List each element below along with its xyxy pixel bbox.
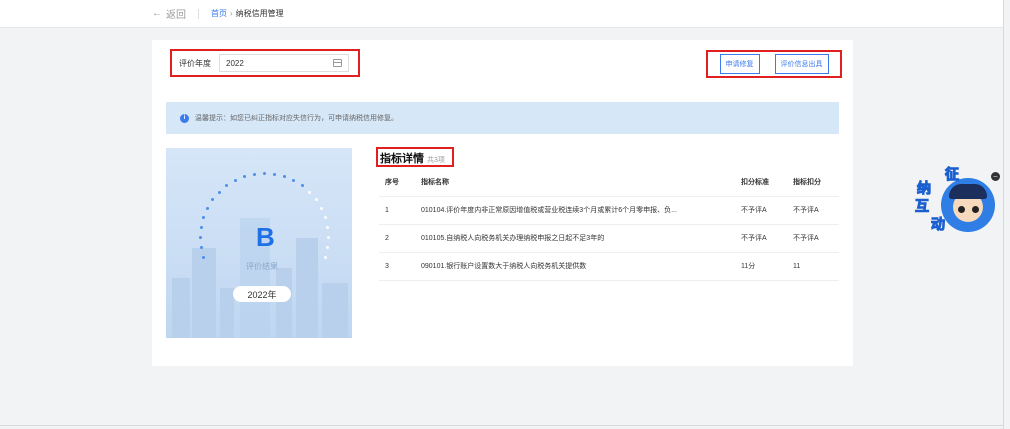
gauge-dot	[263, 172, 266, 175]
row-deduction: 不予评A	[787, 223, 839, 252]
column-header: 指标名称	[421, 178, 449, 186]
gauge-dot	[225, 184, 229, 188]
main-card: 评价年度 2022 申请修复 评价信息出具 i 温馨提示：如您已纠正指标对应失信…	[152, 40, 853, 366]
close-icon[interactable]: –	[991, 172, 1000, 181]
skyline-decoration	[322, 283, 348, 338]
result-label: 评价结果	[246, 262, 278, 271]
row-deduction: 11	[787, 251, 839, 281]
widget-char: 动	[931, 216, 946, 233]
calendar-icon[interactable]	[333, 59, 342, 67]
skyline-decoration	[192, 248, 216, 338]
table-row: 2 010105.自纳税人向税务机关办理纳税申报之日起不足3年的 不予评A 不予…	[379, 223, 839, 252]
row-indicator-name: 090101.银行账户设置数大于纳税人向税务机关提供数	[415, 251, 735, 281]
chevron-right-icon: ›	[230, 9, 233, 18]
evaluation-result-panel: B 评价结果 2022年	[166, 148, 352, 338]
row-deduction: 不予评A	[787, 195, 839, 224]
gauge-dot	[292, 178, 296, 182]
table-header: 序号 指标名称 扣分标准 指标扣分	[379, 168, 839, 196]
section-title: 指标详情	[380, 153, 424, 165]
row-standard: 11分	[735, 251, 787, 281]
notice-banner: i 温馨提示：如您已纠正指标对应失信行为，可申请纳税信用修复。	[166, 102, 839, 134]
year-picker[interactable]: 2022	[219, 54, 349, 72]
row-no: 1	[379, 195, 415, 224]
table-row: 3 090101.银行账户设置数大于纳税人向税务机关提供数 11分 11	[379, 251, 839, 281]
gauge-dot	[282, 175, 286, 179]
skyline-decoration	[220, 288, 234, 338]
row-no: 3	[379, 251, 415, 281]
mascot-hat	[949, 184, 987, 199]
gauge-dot	[300, 184, 304, 188]
mascot-eye	[972, 206, 979, 213]
back-button[interactable]: ← 返回	[152, 6, 186, 21]
gauge-dot	[211, 198, 215, 202]
gauge-dot	[217, 190, 221, 194]
gauge-dot	[202, 216, 206, 220]
widget-char: 纳	[917, 180, 932, 197]
skyline-decoration	[296, 238, 318, 338]
scrollbar-edge	[1003, 0, 1004, 429]
skyline-decoration	[172, 278, 190, 338]
gauge-dot	[323, 255, 327, 259]
gauge-dot	[205, 206, 209, 210]
info-icon: i	[180, 113, 189, 123]
indicator-table: 序号 指标名称 扣分标准 指标扣分 1 010104.评价年度内非正常原因增值税…	[379, 168, 839, 281]
year-filter: 评价年度 2022	[170, 49, 360, 77]
gauge-dot	[326, 225, 330, 229]
back-label: 返回	[166, 10, 186, 21]
gauge-dot	[252, 172, 256, 176]
gauge-dot	[202, 255, 206, 259]
breadcrumb-current: 纳税信用管理	[235, 9, 284, 18]
widget-char: 征	[945, 166, 960, 183]
notice-text: 温馨提示：如您已纠正指标对应失信行为，可申请纳税信用修复。	[195, 115, 398, 122]
mascot-avatar	[941, 178, 995, 232]
breadcrumb-home[interactable]: 首页	[211, 8, 227, 19]
column-header: 序号	[385, 178, 399, 186]
gauge-dot	[199, 236, 202, 239]
apply-repair-button[interactable]: 申请修复	[719, 54, 760, 74]
gauge-dot	[243, 175, 247, 179]
top-bar: ← 返回 首页 › 纳税信用管理	[0, 0, 1003, 28]
widget-char: 互	[915, 198, 930, 215]
year-label: 评价年度	[179, 58, 211, 68]
gauge-dot	[273, 172, 276, 176]
gauge-dot	[314, 198, 318, 202]
mascot-eye	[958, 206, 965, 213]
row-standard: 不予评A	[735, 223, 787, 252]
gauge-dot	[308, 190, 312, 194]
result-year: 2022年	[233, 286, 291, 302]
indicator-details-heading: 指标详情 共3项	[376, 147, 454, 167]
gauge-dot	[327, 236, 330, 239]
table-row: 1 010104.评价年度内非正常原因增值税或营业税连续3个月或累计6个月零申报…	[379, 195, 839, 224]
gauge-dot	[199, 246, 203, 249]
gauge-dot	[326, 246, 330, 249]
arrow-left-icon: ←	[152, 8, 162, 19]
bottom-divider	[0, 425, 1003, 426]
row-no: 2	[379, 223, 415, 252]
divider	[198, 8, 199, 19]
item-count: 共3项	[427, 157, 445, 164]
credit-grade: B	[256, 222, 275, 252]
gauge-dot	[323, 216, 327, 220]
issue-evaluation-button[interactable]: 评价信息出具	[774, 54, 829, 74]
gauge-dot	[320, 206, 324, 210]
row-indicator-name: 010104.评价年度内非正常原因增值税或营业税连续3个月或累计6个月零申报、负…	[415, 195, 735, 224]
year-value: 2022	[226, 58, 244, 68]
action-buttons: 申请修复 评价信息出具	[706, 50, 842, 78]
gauge-dot	[233, 178, 237, 182]
row-standard: 不予评A	[735, 195, 787, 224]
column-header: 扣分标准	[741, 178, 769, 186]
tax-interaction-widget[interactable]: 征 纳 互 动 –	[915, 166, 1000, 240]
column-header: 指标扣分	[793, 178, 821, 186]
skyline-decoration	[276, 268, 292, 338]
row-indicator-name: 010105.自纳税人向税务机关办理纳税申报之日起不足3年的	[415, 223, 735, 252]
gauge-dot	[199, 225, 203, 229]
